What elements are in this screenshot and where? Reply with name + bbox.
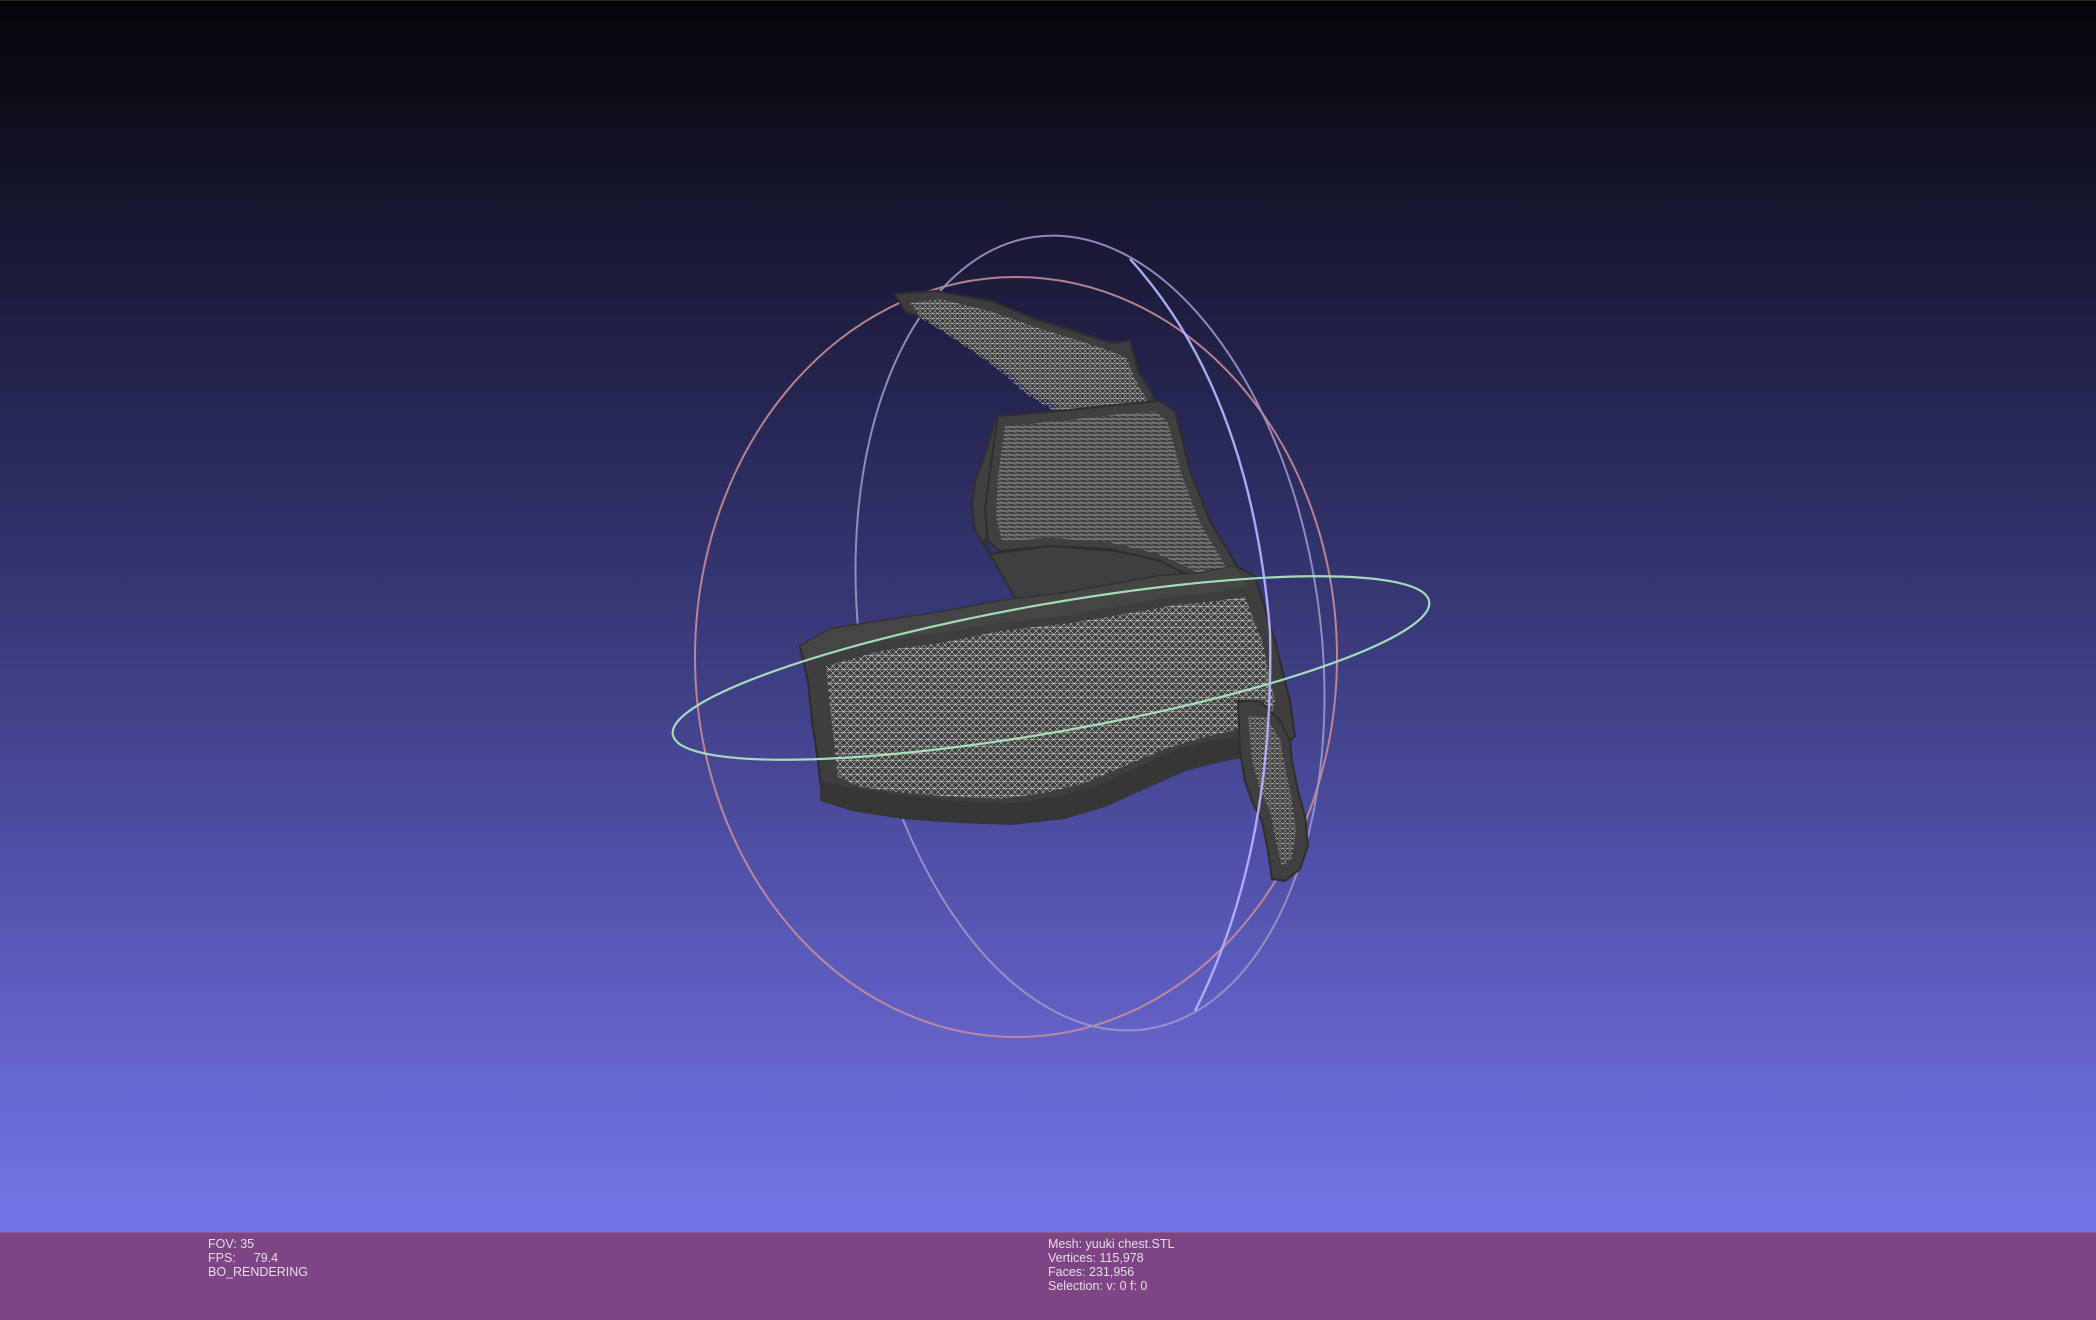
selection-line: Selection: v: 0 f: 0 [1048, 1279, 1174, 1293]
faces-line: Faces: 231,956 [1048, 1265, 1174, 1279]
mesh-info-panel: Mesh: yuuki chest.STL Vertices: 115,978 … [1048, 1237, 1174, 1293]
fps-line: FPS: 79.4 [208, 1251, 308, 1265]
vertices-value: 115,978 [1099, 1251, 1144, 1265]
vertices-line: Vertices: 115,978 [1048, 1251, 1174, 1265]
status-bar: FOV: 35 FPS: 79.4 BO_RENDERING Mesh: yuuk… [0, 1232, 2096, 1320]
fps-value: 79.4 [253, 1251, 279, 1265]
mesh-name: yuuki chest.STL [1085, 1237, 1175, 1251]
faces-label: Faces: [1048, 1265, 1086, 1279]
render-mode: BO_RENDERING [208, 1265, 309, 1279]
mesh-model[interactable] [798, 289, 1310, 883]
meshlab-window: FOV: 35 FPS: 79.4 BO_RENDERING Mesh: yuuk… [0, 0, 2096, 1320]
mesh-name-line: Mesh: yuuki chest.STL [1048, 1237, 1174, 1251]
fov-value: 35 [240, 1237, 255, 1251]
selection-label: Selection: [1048, 1279, 1103, 1293]
fov-label: FOV: [208, 1237, 237, 1251]
mesh-label: Mesh: [1048, 1237, 1083, 1251]
selection-value: v: 0 f: 0 [1106, 1279, 1148, 1293]
fps-label: FPS: [208, 1251, 236, 1265]
3d-viewport[interactable] [0, 0, 2096, 1232]
fov-line: FOV: 35 [208, 1237, 308, 1251]
vertices-label: Vertices: [1048, 1251, 1096, 1265]
faces-value: 231,956 [1089, 1265, 1135, 1279]
render-info-panel: FOV: 35 FPS: 79.4 BO_RENDERING [208, 1237, 308, 1279]
scene-canvas[interactable] [0, 1, 2096, 1233]
